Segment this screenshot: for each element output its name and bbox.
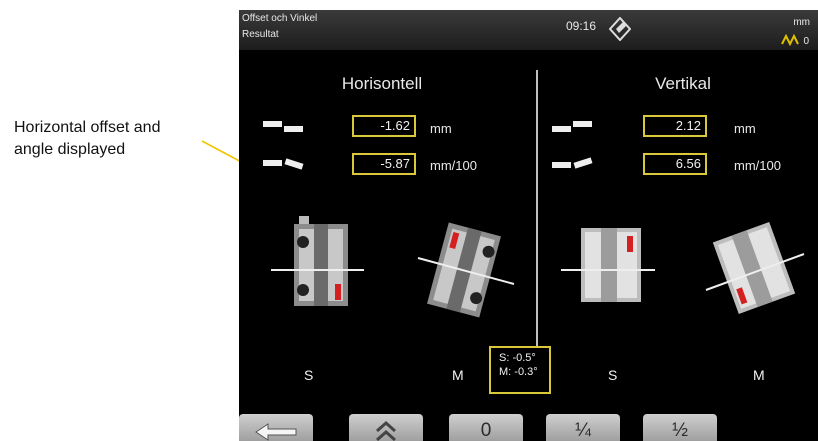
section-divider — [536, 70, 538, 346]
device-screen: Offset och Vinkel Resultat 09:16 mm 0 Ho… — [239, 10, 818, 441]
horizontal-offset-unit: mm — [430, 121, 452, 136]
vertical-offset-unit: mm — [734, 121, 756, 136]
offset-symbol-icon — [552, 121, 592, 132]
horizontal-m-label: M — [452, 367, 464, 383]
vertical-angle-value: 6.56 — [643, 153, 707, 175]
vertical-heading: Vertikal — [655, 74, 711, 93]
vertical-offset-value: 2.12 — [643, 115, 707, 137]
vertical-movable-machine-illustration — [705, 222, 805, 314]
half-button[interactable]: ½ — [643, 414, 717, 441]
tolerance-value: 0 — [803, 36, 809, 47]
title-bar: Offset och Vinkel Resultat 09:16 mm 0 — [239, 10, 818, 50]
horizontal-s-label: S — [304, 367, 314, 383]
back-button[interactable] — [239, 414, 313, 441]
offset-symbol-icon — [263, 121, 303, 132]
angle-s-readout: S: -0.5° — [499, 352, 536, 364]
unit-indicator: mm — [793, 17, 810, 28]
angle-m-readout: M: -0.3° — [499, 366, 538, 378]
screen-subtitle: Resultat — [242, 29, 279, 40]
horizontal-heading: Horisontell — [341, 74, 423, 93]
vertical-angle-unit: mm/100 — [734, 158, 781, 173]
expand-up-button[interactable] — [349, 414, 423, 441]
laser-icon — [609, 17, 631, 41]
clock: 09:16 — [566, 19, 597, 33]
quarter-button[interactable]: ¼ — [546, 414, 620, 441]
horizontal-movable-machine-illustration — [417, 222, 515, 318]
angle-symbol-icon — [263, 158, 304, 170]
angle-symbol-icon — [552, 157, 593, 169]
tolerance-indicator: 0 — [781, 31, 809, 49]
horizontal-angle-unit: mm/100 — [430, 158, 477, 173]
horizontal-stationary-machine-illustration — [271, 216, 364, 306]
vertical-stationary-machine-illustration — [561, 228, 655, 302]
chevron-up-double-icon — [376, 420, 396, 441]
angle-readout-box: S: -0.5° M: -0.3° — [489, 346, 551, 394]
vertical-s-label: S — [608, 367, 618, 383]
screen-title: Offset och Vinkel — [242, 13, 318, 24]
zero-button[interactable]: 0 — [449, 414, 523, 441]
wave-icon — [781, 33, 800, 47]
vertical-m-label: M — [753, 367, 765, 383]
horizontal-angle-value: -5.87 — [352, 153, 416, 175]
arrow-left-icon — [255, 423, 297, 441]
horizontal-offset-value: -1.62 — [352, 115, 416, 137]
